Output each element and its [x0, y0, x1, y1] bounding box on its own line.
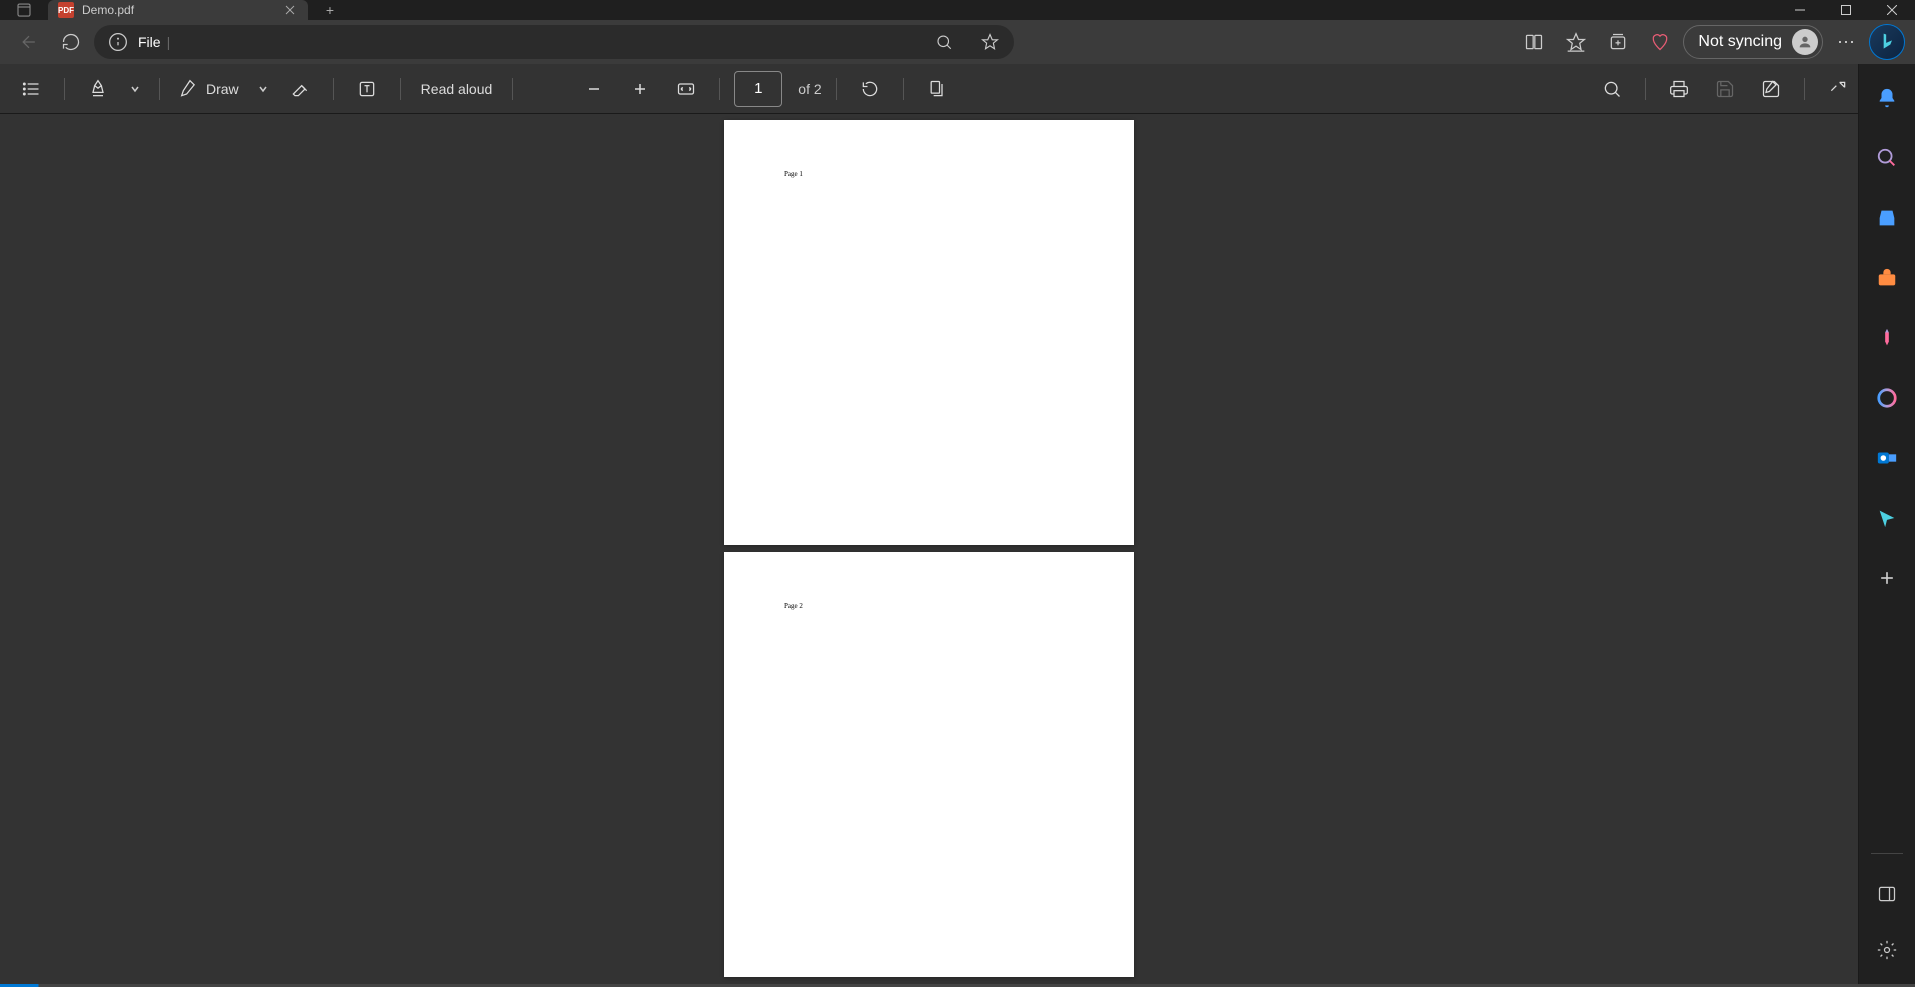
- pdf-page: Page 1: [724, 120, 1134, 545]
- window-controls: [1777, 0, 1915, 20]
- sidebar-settings-icon[interactable]: [1867, 930, 1907, 970]
- separator: [903, 78, 904, 100]
- search-icon[interactable]: [926, 28, 962, 56]
- separator: [400, 78, 401, 100]
- separator: [836, 78, 837, 100]
- m365-icon[interactable]: [1867, 378, 1907, 418]
- separator: [719, 78, 720, 100]
- games-icon[interactable]: [1867, 318, 1907, 358]
- browser-tab[interactable]: PDF Demo.pdf: [48, 0, 308, 20]
- fit-width-button[interactable]: [667, 70, 705, 108]
- collections-button[interactable]: [1599, 24, 1637, 60]
- more-button[interactable]: ⋯: [1827, 24, 1865, 60]
- favorites-button[interactable]: [1557, 24, 1595, 60]
- rotate-button[interactable]: [851, 70, 889, 108]
- sync-label: Not syncing: [1698, 33, 1782, 51]
- draw-label: Draw: [206, 81, 239, 97]
- close-window-button[interactable]: [1869, 0, 1915, 20]
- read-aloud-label: Read aloud: [421, 81, 493, 97]
- tab-bar: PDF Demo.pdf +: [0, 0, 1915, 20]
- save-as-button[interactable]: [1752, 70, 1790, 108]
- browser-essentials-button[interactable]: [1641, 24, 1679, 60]
- profile-sync-button[interactable]: Not syncing: [1683, 25, 1823, 59]
- new-tab-button[interactable]: +: [316, 0, 344, 20]
- add-text-button[interactable]: [348, 70, 386, 108]
- find-button[interactable]: [1593, 70, 1631, 108]
- sidebar-search-icon[interactable]: [1867, 138, 1907, 178]
- address-bar: File| Not syncing ⋯: [0, 20, 1915, 64]
- pdf-viewer[interactable]: Page 1 Page 2: [0, 114, 1858, 984]
- separator: [1645, 78, 1646, 100]
- minimize-button[interactable]: [1777, 0, 1823, 20]
- save-button[interactable]: [1706, 70, 1744, 108]
- favorite-icon[interactable]: [972, 28, 1008, 56]
- page-total-label: of 2: [798, 81, 821, 97]
- highlight-dropdown[interactable]: [125, 84, 145, 94]
- separator: [333, 78, 334, 100]
- separator: [1871, 853, 1903, 854]
- page-number-input[interactable]: [734, 71, 782, 107]
- address-input[interactable]: File|: [94, 25, 1014, 59]
- tab-actions-button[interactable]: [0, 0, 48, 20]
- pdf-icon: PDF: [58, 2, 74, 18]
- refresh-button[interactable]: [52, 24, 90, 60]
- close-tab-button[interactable]: [282, 2, 298, 18]
- draw-button[interactable]: Draw: [174, 70, 245, 108]
- address-text: File|: [138, 34, 916, 50]
- separator: [159, 78, 160, 100]
- site-info-icon[interactable]: [108, 32, 128, 52]
- separator: [512, 78, 513, 100]
- avatar-icon: [1792, 29, 1818, 55]
- print-button[interactable]: [1660, 70, 1698, 108]
- fullscreen-button[interactable]: [1819, 70, 1857, 108]
- back-button[interactable]: [10, 24, 48, 60]
- edge-sidebar: [1858, 64, 1915, 984]
- page-view-button[interactable]: [918, 70, 956, 108]
- contents-button[interactable]: [12, 70, 50, 108]
- pdf-toolbar: Draw Read aloud of 2: [0, 64, 1915, 114]
- tools-icon[interactable]: [1867, 258, 1907, 298]
- erase-button[interactable]: [281, 70, 319, 108]
- page-content-text: Page 1: [784, 170, 1074, 178]
- notifications-icon[interactable]: [1867, 78, 1907, 118]
- tab-title: Demo.pdf: [82, 3, 274, 17]
- draw-dropdown[interactable]: [253, 84, 273, 94]
- page-content-text: Page 2: [784, 602, 1074, 610]
- bing-chat-button[interactable]: [1869, 24, 1905, 60]
- hide-sidebar-icon[interactable]: [1867, 874, 1907, 914]
- outlook-icon[interactable]: [1867, 438, 1907, 478]
- separator: [1804, 78, 1805, 100]
- separator: [64, 78, 65, 100]
- pdf-page: Page 2: [724, 552, 1134, 977]
- read-aloud-button[interactable]: Read aloud: [415, 70, 499, 108]
- drop-icon[interactable]: [1867, 498, 1907, 538]
- shopping-icon[interactable]: [1867, 198, 1907, 238]
- zoom-in-button[interactable]: [621, 70, 659, 108]
- add-sidebar-icon[interactable]: [1867, 558, 1907, 598]
- split-screen-button[interactable]: [1515, 24, 1553, 60]
- highlight-button[interactable]: [79, 70, 117, 108]
- zoom-out-button[interactable]: [575, 70, 613, 108]
- maximize-button[interactable]: [1823, 0, 1869, 20]
